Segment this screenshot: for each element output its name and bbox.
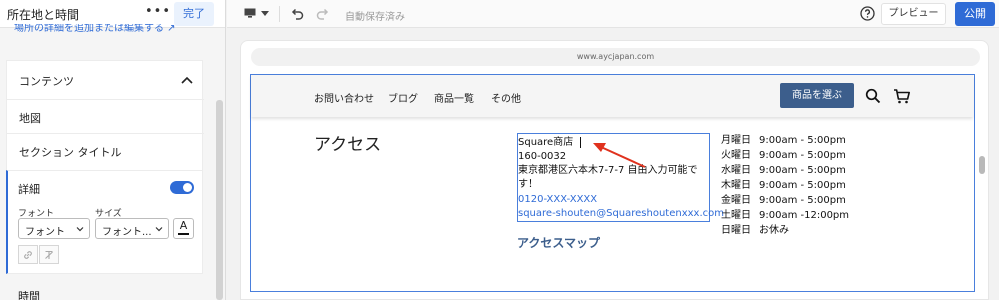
text-color-bar (178, 233, 189, 235)
caret-down-icon (261, 11, 269, 16)
device-select[interactable] (244, 6, 274, 22)
hours-time: 9:00am - 5:00pm (759, 135, 846, 146)
hours-time: 9:00am -12:00pm (759, 210, 850, 221)
publish-button[interactable]: 公開 (955, 2, 995, 26)
site-preview-canvas: www.aycjapan.com お問い合わせ ブログ 商品一覧 その他 商品を… (240, 40, 989, 300)
hours-time: 9:00am - 5:00pm (759, 150, 846, 161)
nav-link-other[interactable]: その他 (491, 90, 521, 105)
toggle-knob (183, 183, 192, 192)
nav-link-products[interactable]: 商品一覧 (434, 90, 474, 105)
hours-time: 9:00am - 5:00pm (759, 165, 846, 176)
hours-day: 日曜日 (721, 225, 751, 236)
more-options-button[interactable]: ••• (145, 4, 170, 24)
desktop-icon (244, 8, 256, 18)
clear-format-button[interactable] (39, 245, 59, 264)
time-section-label[interactable]: 時間 (18, 288, 40, 300)
details-label: 詳細 (18, 183, 40, 196)
autosave-status: 自動保存済み (345, 12, 405, 23)
select-product-button[interactable]: 商品を選ぶ (780, 83, 854, 108)
hours-time: 9:00am - 5:00pm (759, 180, 846, 191)
help-icon[interactable] (860, 6, 875, 21)
url-bar: www.aycjapan.com (251, 48, 980, 66)
preview-button[interactable]: プレビュー (881, 3, 946, 25)
editor-toolbar: 自動保存済み プレビュー 公開 (227, 0, 999, 28)
redo-icon[interactable] (315, 6, 331, 22)
chevron-down-icon (155, 227, 163, 232)
address-email-link[interactable]: square-shouten@Squareshoutenxxx.com (518, 207, 724, 221)
toolbar-divider (279, 6, 280, 22)
hours-day: 月曜日 (721, 135, 751, 146)
edit-location-link[interactable]: 場所の詳細を追加または編集する ↗ (14, 24, 194, 34)
cart-icon[interactable] (893, 88, 911, 104)
details-toggle[interactable] (170, 181, 194, 194)
size-select-value: フォント... (102, 227, 152, 238)
address-shop-name: Square商店 (518, 137, 574, 148)
content-section-label: コンテンツ (19, 75, 74, 88)
panel-title: 所在地と時間 (7, 8, 80, 22)
undo-icon[interactable] (289, 6, 305, 22)
hours-time: 9:00am - 5:00pm (759, 195, 846, 206)
access-map-link[interactable]: アクセスマップ (517, 234, 600, 251)
nav-link-blog[interactable]: ブログ (388, 90, 418, 105)
hours-day: 火曜日 (721, 150, 751, 161)
done-button[interactable]: 完了 (174, 2, 214, 26)
search-icon[interactable] (865, 88, 881, 104)
address-zip: 160-0032 (518, 151, 567, 162)
content-section: コンテンツ 地図 セクション タイトル (6, 60, 204, 172)
content-item-section-title[interactable]: セクション タイトル (19, 144, 122, 160)
annotation-arrow-icon (593, 143, 646, 168)
hours-day: 土曜日 (721, 210, 751, 221)
font-select-value: フォント (25, 227, 65, 238)
divider (7, 99, 204, 100)
divider (7, 133, 204, 134)
font-select[interactable]: フォント (18, 218, 90, 239)
hours-day: 木曜日 (721, 180, 751, 191)
chevron-up-icon[interactable] (179, 73, 195, 87)
address-street-cont: す！ (518, 179, 538, 190)
settings-panel: 所在地と時間 ••• 完了 場所の詳細を追加または編集する ↗ コンテンツ 地図… (0, 0, 226, 300)
content-item-map[interactable]: 地図 (19, 110, 41, 126)
hours-day: 水曜日 (721, 165, 751, 176)
site-navigation: お問い合わせ ブログ 商品一覧 その他 商品を選ぶ (251, 75, 973, 117)
text-cursor (580, 137, 581, 148)
site-section-frame[interactable]: お問い合わせ ブログ 商品一覧 その他 商品を選ぶ アクセス Square商店 … (250, 74, 975, 292)
text-color-button[interactable]: A (173, 218, 194, 239)
panel-scrollbar[interactable] (216, 100, 223, 300)
chevron-down-icon (76, 227, 84, 232)
link-icon (24, 251, 32, 259)
section-heading[interactable]: アクセス (314, 130, 381, 155)
size-select[interactable]: フォント... (95, 218, 169, 239)
address-phone-link[interactable]: 0120-XXX-XXXX (518, 193, 597, 207)
clear-format-icon (45, 250, 53, 259)
hours-time: お休み (759, 225, 789, 236)
edit-location-link-text: 場所の詳細を追加または編集する ↗ (14, 24, 176, 34)
text-color-icon: A (179, 219, 188, 232)
canvas-scrollbar[interactable] (979, 156, 985, 174)
details-section: 詳細 フォント サイズ フォント フォント... A (6, 170, 203, 274)
link-button[interactable] (18, 245, 38, 264)
hours-day: 金曜日 (721, 195, 751, 206)
nav-link-contact[interactable]: お問い合わせ (314, 90, 374, 105)
